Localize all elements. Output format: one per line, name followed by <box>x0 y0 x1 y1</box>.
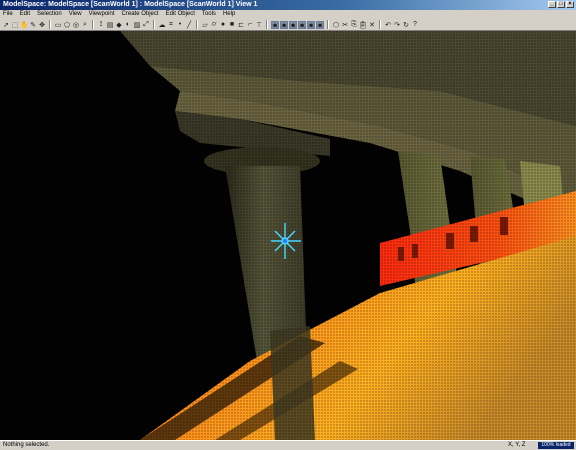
sphere-icon[interactable]: ● <box>219 21 227 29</box>
help-icon[interactable]: ? <box>411 21 419 29</box>
edit-icon[interactable]: ✎ <box>29 21 37 29</box>
patch-icon[interactable]: ▨ <box>133 21 141 29</box>
view-side-icon[interactable]: ▣ <box>289 20 297 29</box>
layers-icon[interactable]: ▤ <box>106 21 114 29</box>
delete-icon[interactable]: ✕ <box>368 21 376 29</box>
fit-icon[interactable]: ⤢ <box>142 21 150 29</box>
plane-icon[interactable]: ▱ <box>201 21 209 29</box>
line-icon[interactable]: ╱ <box>185 21 193 29</box>
cylinder-icon[interactable]: ⌭ <box>210 21 218 29</box>
mesh-icon[interactable]: ⌗ <box>167 21 175 29</box>
menu-view[interactable]: View <box>66 10 86 19</box>
menu-selection[interactable]: Selection <box>34 10 66 19</box>
rectangle-icon[interactable]: ▭ <box>54 21 62 29</box>
toolbar-separator <box>92 20 94 29</box>
toolbar-separator <box>153 20 155 29</box>
point-cloud-viewport[interactable] <box>0 31 576 440</box>
seek-icon[interactable]: ◎ <box>72 21 80 29</box>
minimize-button[interactable]: _ <box>548 1 556 8</box>
status-message: Nothing selected. <box>3 442 50 448</box>
coordinate-readout: X, Y, Z <box>508 442 526 448</box>
toolbar-separator <box>266 20 268 29</box>
status-bar: Nothing selected. X, Y, Z 100% loaded <box>0 440 576 450</box>
tee-icon[interactable]: ⊤ <box>255 21 263 29</box>
menu-file[interactable]: File <box>0 10 17 19</box>
move-icon[interactable]: ✥ <box>38 21 46 29</box>
select-arrow-icon[interactable]: ➚ <box>2 21 10 29</box>
undo-icon[interactable]: ↶ <box>384 21 392 29</box>
copy-icon[interactable]: ⎘ <box>350 21 358 29</box>
menu-tools[interactable]: Tools <box>199 10 220 19</box>
toolbar-separator <box>196 20 198 29</box>
pipe-icon[interactable]: ⊏ <box>237 21 245 29</box>
toolbar: ➚ ⬚ ✋ ✎ ✥ ▭ ⬠ ◎ ⌕ ⟟ ▤ ◆ ◐ ▨ ⤢ ☁ ⌗ • ╱ ▱ … <box>0 19 576 31</box>
measure-icon[interactable]: ⟟ <box>97 21 105 29</box>
view-persp-icon[interactable]: ▣ <box>307 20 315 29</box>
toolbar-separator <box>379 20 381 29</box>
select-fence-icon[interactable]: ⬚ <box>11 21 19 29</box>
redo-icon[interactable]: ↷ <box>393 21 401 29</box>
polygon-icon[interactable]: ⬠ <box>63 21 71 29</box>
toolbar-separator <box>327 20 329 29</box>
view-ortho-icon[interactable]: ▣ <box>316 20 324 29</box>
pan-icon[interactable]: ✋ <box>20 21 29 29</box>
cloud-icon[interactable]: ☁ <box>158 21 166 29</box>
menu-bar: File Edit Selection View Viewpoint Creat… <box>0 10 576 19</box>
view-front-icon[interactable]: ▣ <box>271 20 279 29</box>
fence-icon[interactable]: ⬡ <box>332 21 340 29</box>
toolbar-separator <box>49 20 51 29</box>
color-icon[interactable]: ◐ <box>124 21 132 29</box>
cut-icon[interactable]: ✂ <box>341 21 349 29</box>
view-top-icon[interactable]: ▣ <box>280 20 288 29</box>
point-texture <box>0 31 576 440</box>
paste-icon[interactable]: 📋︎ <box>359 21 368 29</box>
refresh-icon[interactable]: ↻ <box>402 21 410 29</box>
maximize-button[interactable]: □ <box>557 1 565 8</box>
menu-edit[interactable]: Edit <box>17 10 34 19</box>
view-iso-icon[interactable]: ▣ <box>298 20 306 29</box>
title-bar: ModelSpace: ModelSpace [ScanWorld 1] : M… <box>0 0 576 10</box>
window-title: ModelSpace: ModelSpace [ScanWorld 1] : M… <box>3 1 258 8</box>
menu-viewpoint[interactable]: Viewpoint <box>86 10 119 19</box>
zoom-icon[interactable]: ⌕ <box>81 21 89 29</box>
box-icon[interactable]: ■ <box>228 21 236 29</box>
point-cloud-scene <box>0 31 576 440</box>
close-button[interactable]: × <box>566 1 574 8</box>
vertex-icon[interactable]: • <box>176 21 184 29</box>
menu-edit-object[interactable]: Edit Object <box>163 10 199 19</box>
load-progress: 100% loaded <box>538 442 574 449</box>
object-icon[interactable]: ◆ <box>115 21 123 29</box>
menu-help[interactable]: Help <box>220 10 239 19</box>
elbow-icon[interactable]: ⌐ <box>246 21 254 29</box>
menu-create-object[interactable]: Create Object <box>119 10 163 19</box>
